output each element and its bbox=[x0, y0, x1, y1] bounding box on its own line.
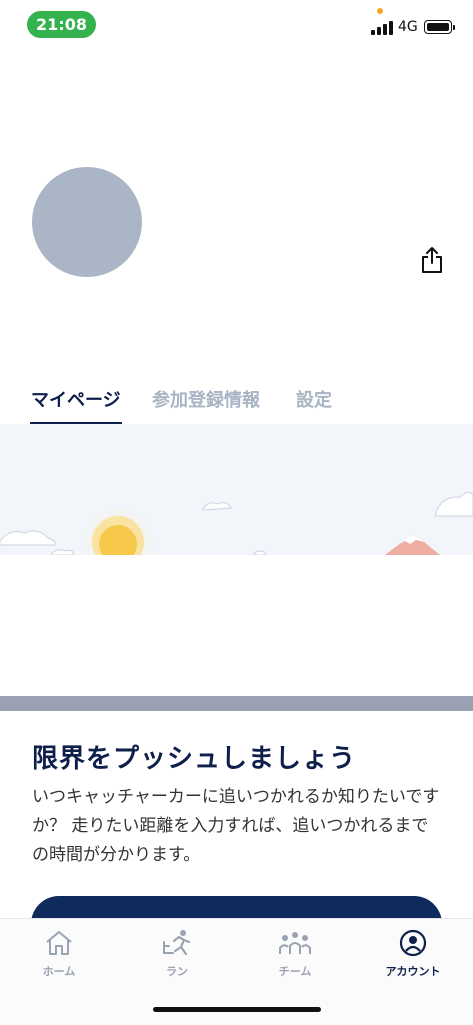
nav-team[interactable]: チーム bbox=[236, 929, 354, 979]
banner-illustration bbox=[0, 424, 473, 555]
team-icon bbox=[279, 932, 311, 954]
share-icon bbox=[422, 247, 442, 273]
nav-home[interactable]: ホーム bbox=[0, 929, 118, 979]
account-icon bbox=[399, 929, 427, 957]
status-time: 21:08 bbox=[27, 11, 96, 38]
home-icon bbox=[46, 931, 72, 955]
privacy-indicator-dot bbox=[377, 8, 383, 14]
network-label: 4G bbox=[398, 19, 418, 35]
feature-description: いつキャッチャーカーに追いつかれるか知りたいですか？ 走りたい距離を入力すれば、… bbox=[32, 787, 440, 865]
nav-run-label: ラン bbox=[166, 965, 188, 978]
nav-account[interactable]: アカウント bbox=[354, 929, 472, 979]
profile-tabs: マイページ 参加登録情報 設定 bbox=[0, 380, 473, 426]
nav-account-label: アカウント bbox=[385, 965, 441, 978]
tab-registration-info[interactable]: 参加登録情報 bbox=[152, 386, 260, 412]
section-divider bbox=[0, 696, 473, 711]
nav-home-label: ホーム bbox=[42, 965, 76, 978]
nav-team-label: チーム bbox=[278, 965, 312, 978]
run-icon bbox=[163, 930, 191, 956]
nav-run[interactable]: ラン bbox=[118, 929, 236, 979]
share-button[interactable] bbox=[419, 246, 445, 274]
tab-mypage[interactable]: マイページ bbox=[31, 386, 121, 412]
avatar[interactable] bbox=[32, 167, 142, 277]
tab-settings[interactable]: 設定 bbox=[296, 386, 332, 412]
home-indicator bbox=[153, 1007, 321, 1012]
battery-icon bbox=[424, 20, 452, 34]
feature-title: 限界をプッシュしましょう bbox=[32, 744, 357, 774]
signal-icon bbox=[371, 21, 393, 35]
status-bar: 21:08 4G bbox=[0, 0, 473, 48]
battery-tip bbox=[453, 25, 455, 30]
sky-illustration bbox=[0, 492, 473, 555]
